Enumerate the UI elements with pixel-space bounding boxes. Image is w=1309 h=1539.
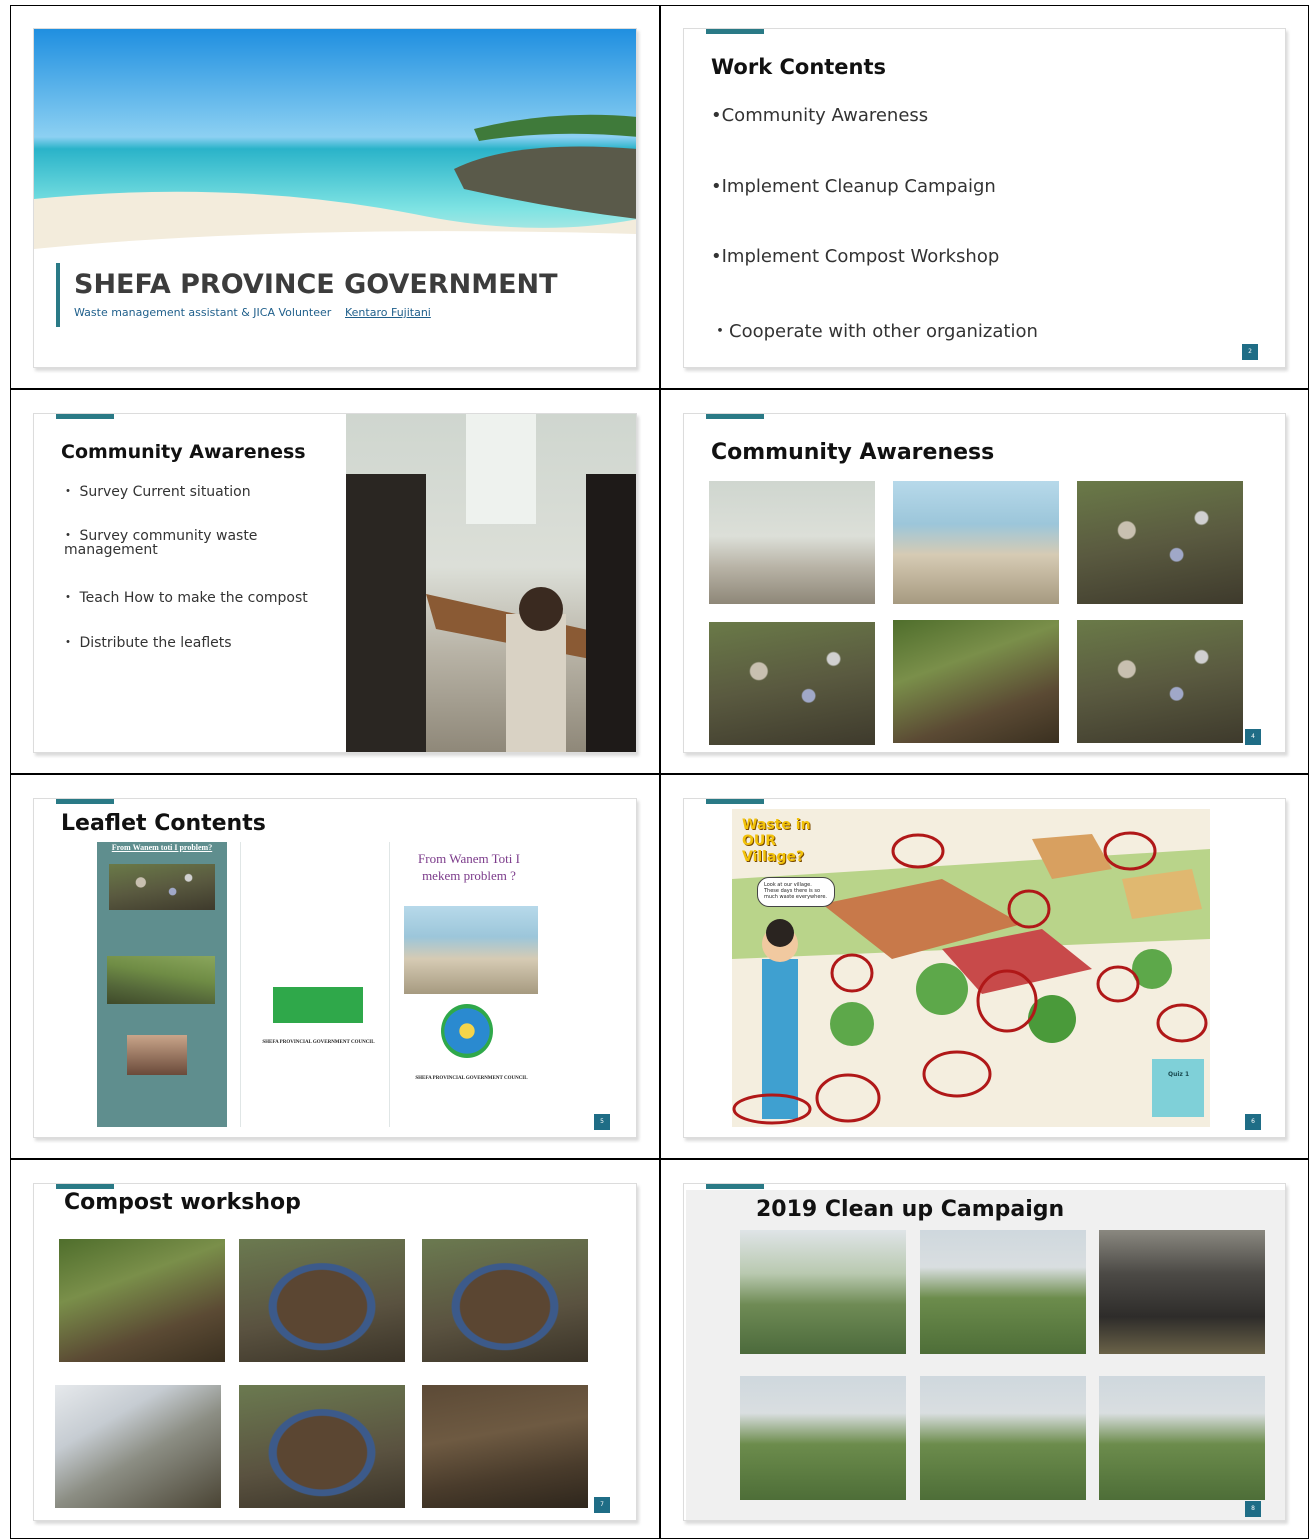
quiz-label: Quiz 1 [1168,1071,1190,1078]
page-number: 4 [1245,729,1261,745]
page-number: 2 [1242,344,1258,360]
slide-7-compost-workshop: Compost workshop 7 [33,1183,637,1521]
leaflet-panel-right: From Wanem Toti I mekem problem ? SHEFA … [399,842,544,1127]
leaflet-logo-banner [273,987,363,1023]
slide-5-leaflet-contents: Leaflet Contents From Wanem toti I probl… [33,798,637,1138]
accent-bar [706,414,764,419]
leaflet-photo [127,1035,187,1075]
cleanup-photo [920,1230,1086,1354]
grid-divider-row1 [10,388,1309,390]
title-accent-bar [56,263,60,327]
slide-title: 2019 Clean up Campaign [756,1197,1065,1222]
accent-bar [56,799,114,804]
slide-1-title: SHEFA PROVINCE GOVERNMENT Waste manageme… [33,28,637,368]
poster-title: Waste in OUR Village? [742,817,811,865]
bullet-item: •Community Awareness [711,105,929,126]
village-poster: Waste in OUR Village? Look at our villag… [732,809,1210,1127]
accent-bar [706,799,764,804]
bullet-item: •Implement Compost Workshop [711,246,1000,267]
speech-bubble: Look at our village. These days there is… [757,877,835,907]
survey-photo [346,414,636,752]
bullet-item: ・ Teach How to make the compost [61,590,308,606]
cleanup-photo [1099,1230,1265,1354]
bullet-item: •Implement Cleanup Campaign [711,176,996,197]
slide-title: Leaflet Contents [61,811,266,836]
accent-bar [706,29,764,34]
awareness-photo [709,622,875,745]
leaflet-illustration [109,864,215,910]
awareness-photo [893,620,1059,743]
leaflet-heading: From Wanem Toti I mekem problem ? [418,851,520,883]
slide-title: Work Contents [711,55,887,79]
awareness-photo [1077,620,1243,743]
leaflet-council-text: SHEFA PROVINCIAL GOVERNMENT COUNCIL [415,1076,528,1081]
compost-photo [422,1385,588,1508]
compost-photo [239,1385,405,1508]
compost-photo [55,1385,221,1508]
page-number: 5 [594,1114,610,1130]
leaflet-photo [404,906,538,994]
awareness-photo [1077,481,1243,604]
slide-title: SHEFA PROVINCE GOVERNMENT [74,269,558,300]
cleanup-photo [920,1376,1086,1500]
bullet-item: management [64,542,158,558]
slide-title: Compost workshop [64,1190,301,1215]
bullet-item: ・ Survey Current situation [61,484,251,500]
cleanup-photo [1099,1376,1265,1500]
cleanup-photo [740,1230,906,1354]
leaflet-panel-left: From Wanem toti I problem? [97,842,227,1127]
slide-title: Community Awareness [711,440,995,465]
page-number: 6 [1245,1114,1261,1130]
compost-photo [59,1239,225,1362]
bullet-item: ・Cooperate with other organization [711,321,1038,342]
slide-3-community-awareness: Community Awareness ・ Survey Current sit… [33,413,637,753]
slide-2-work-contents: Work Contents •Community Awareness •Impl… [683,28,1286,368]
cleanup-photo [740,1376,906,1500]
leaflet-heading: From Wanem toti I problem? [111,843,213,852]
awareness-photo [893,481,1059,604]
accent-bar [706,1184,764,1189]
beach-photo [34,29,636,269]
page-number: 7 [594,1497,610,1513]
bullet-item: ・ Distribute the leaflets [61,635,232,651]
grid-divider-vertical [659,5,661,1539]
compost-photo [239,1239,405,1362]
shefa-emblem [441,1004,493,1058]
compost-photo [422,1239,588,1362]
page-number: 8 [1245,1501,1261,1517]
leaflet-illustration [107,956,215,1004]
slide-title: Community Awareness [61,441,306,463]
grid-divider-row3 [10,1158,1309,1160]
slide-8-cleanup-campaign: 2019 Clean up Campaign 8 [683,1183,1286,1521]
awareness-photo [709,481,875,604]
leaflet-council-text: SHEFA PROVINCIAL GOVERNMENT COUNCIL [262,1040,375,1045]
accent-bar [56,414,114,419]
slide-subtitle-role: Waste management assistant & JICA Volunt… [74,306,332,319]
slide-subtitle-name: Kentaro Fujitani [345,306,431,319]
slide-6-waste-poster: Waste in OUR Village? Look at our villag… [683,798,1286,1138]
accent-bar [56,1184,114,1189]
grid-divider-row2 [10,773,1309,775]
slide-4-community-awareness-photos: Community Awareness 4 [683,413,1286,753]
leaflet-panel-middle: SHEFA PROVINCIAL GOVERNMENT COUNCIL [240,842,390,1127]
